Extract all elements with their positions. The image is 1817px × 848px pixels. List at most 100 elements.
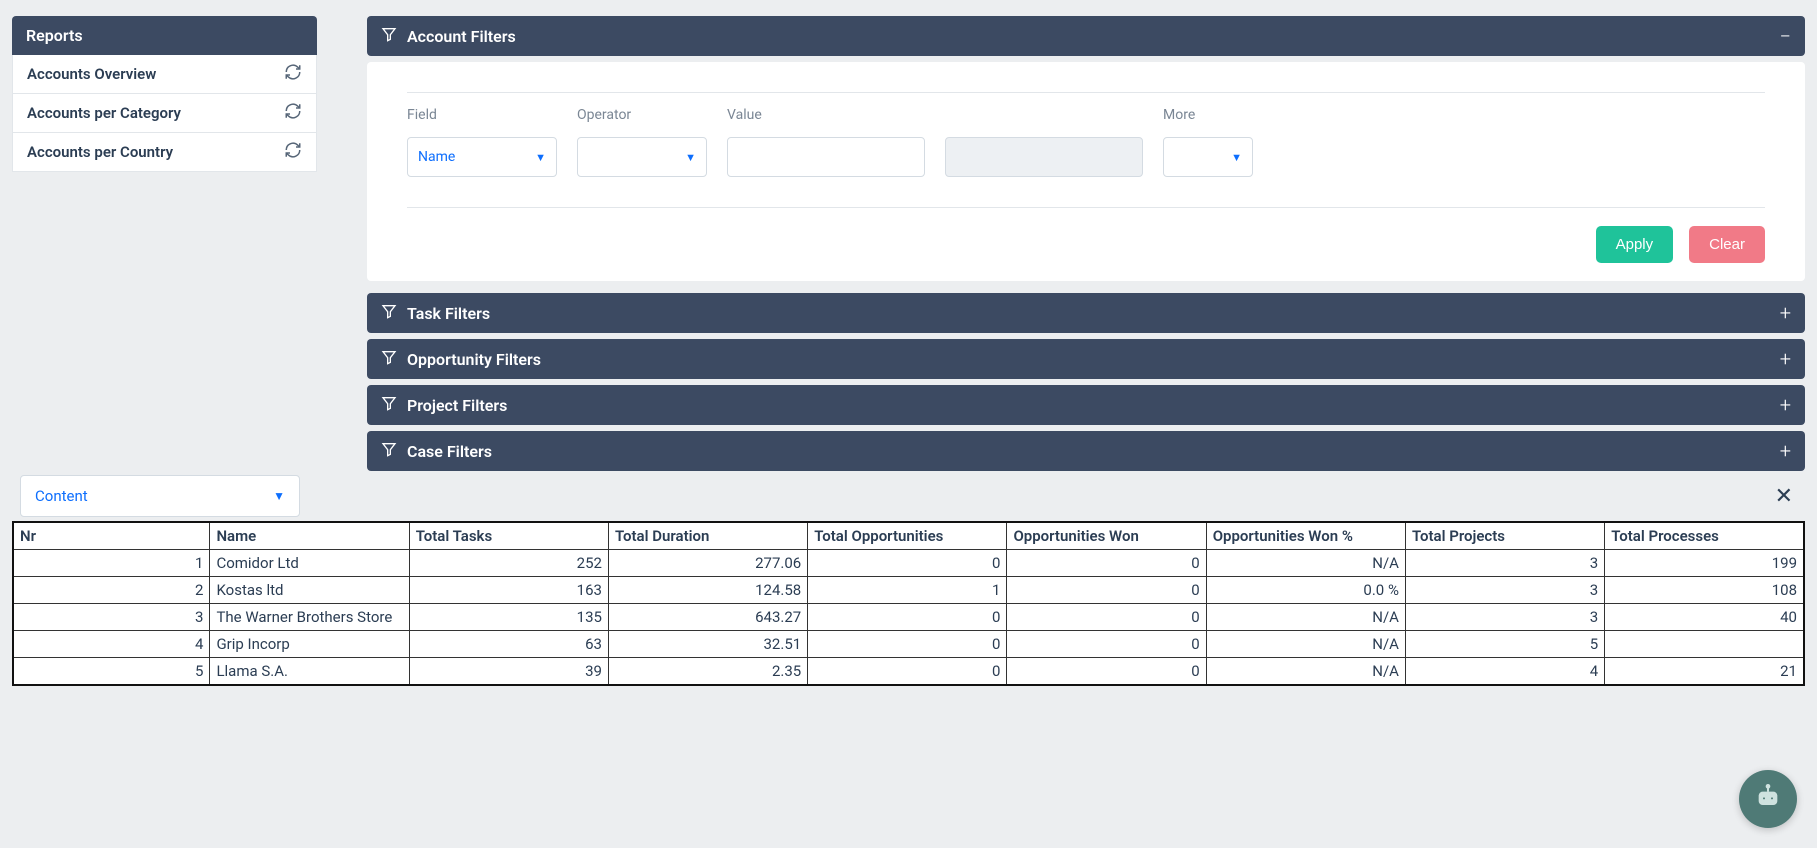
operator-select[interactable]: ▼ bbox=[577, 137, 707, 177]
chevron-down-icon: ▼ bbox=[1231, 151, 1242, 164]
cell-projects: 3 bbox=[1405, 577, 1604, 604]
clear-button[interactable]: Clear bbox=[1689, 226, 1765, 263]
table-header-row: Nr Name Total Tasks Total Duration Total… bbox=[13, 522, 1804, 550]
cell-duration: 277.06 bbox=[608, 550, 807, 577]
cell-duration: 124.58 bbox=[608, 577, 807, 604]
cell-processes: 40 bbox=[1605, 604, 1804, 631]
table-header-total-tasks[interactable]: Total Tasks bbox=[409, 522, 608, 550]
cell-tasks: 63 bbox=[409, 631, 608, 658]
sidebar-item-accounts-per-country[interactable]: Accounts per Country bbox=[13, 133, 316, 171]
cell-name: Grip Incorp bbox=[210, 631, 409, 658]
cell-opps: 0 bbox=[808, 550, 1007, 577]
cell-processes bbox=[1605, 631, 1804, 658]
cell-name: Llama S.A. bbox=[210, 658, 409, 686]
cell-wonpct: 0.0 % bbox=[1206, 577, 1405, 604]
cell-won: 0 bbox=[1007, 658, 1206, 686]
field-select-value: Name bbox=[418, 149, 455, 165]
filter-title: Opportunity Filters bbox=[407, 350, 541, 369]
apply-button[interactable]: Apply bbox=[1596, 226, 1674, 263]
cell-projects: 4 bbox=[1405, 658, 1604, 686]
filters-column: Account Filters − Field Operator Value M… bbox=[367, 16, 1805, 471]
reports-list: Accounts Overview Accounts per Category … bbox=[12, 55, 317, 172]
refresh-icon[interactable] bbox=[284, 63, 302, 85]
table-header-total-processes[interactable]: Total Processes bbox=[1605, 522, 1804, 550]
cell-projects: 3 bbox=[1405, 604, 1604, 631]
filter-title: Task Filters bbox=[407, 304, 490, 323]
filter-label-more: More bbox=[1163, 107, 1253, 123]
cell-won: 0 bbox=[1007, 631, 1206, 658]
table-header-total-opportunities[interactable]: Total Opportunities bbox=[808, 522, 1007, 550]
filter-label-field: Field bbox=[407, 107, 557, 123]
filter-icon bbox=[381, 26, 397, 46]
reports-title: Reports bbox=[26, 26, 83, 45]
filter-bar-opportunity[interactable]: Opportunity Filters + bbox=[367, 339, 1805, 379]
content-select[interactable]: Content ▼ bbox=[20, 475, 300, 517]
cell-name: The Warner Brothers Store bbox=[210, 604, 409, 631]
cell-won: 0 bbox=[1007, 577, 1206, 604]
cell-nr: 4 bbox=[13, 631, 210, 658]
table-header-total-duration[interactable]: Total Duration bbox=[608, 522, 807, 550]
table-header-name[interactable]: Name bbox=[210, 522, 409, 550]
plus-icon: + bbox=[1780, 397, 1791, 413]
table-header-total-projects[interactable]: Total Projects bbox=[1405, 522, 1604, 550]
help-bubble[interactable] bbox=[1739, 770, 1797, 828]
cell-wonpct: N/A bbox=[1206, 658, 1405, 686]
filter-icon bbox=[381, 349, 397, 369]
cell-duration: 643.27 bbox=[608, 604, 807, 631]
refresh-icon[interactable] bbox=[284, 141, 302, 163]
cell-duration: 32.51 bbox=[608, 631, 807, 658]
plus-icon: + bbox=[1780, 443, 1791, 459]
cell-processes: 21 bbox=[1605, 658, 1804, 686]
minus-icon: − bbox=[1780, 28, 1791, 44]
cell-nr: 5 bbox=[13, 658, 210, 686]
cell-tasks: 39 bbox=[409, 658, 608, 686]
sidebar-item-accounts-per-category[interactable]: Accounts per Category bbox=[13, 94, 316, 133]
reports-header: Reports bbox=[12, 16, 317, 55]
value-input[interactable] bbox=[727, 137, 925, 177]
plus-icon: + bbox=[1780, 305, 1791, 321]
field-select[interactable]: Name ▼ bbox=[407, 137, 557, 177]
filter-body-account: Field Operator Value More Name ▼ bbox=[367, 62, 1805, 281]
table-header-nr[interactable]: Nr bbox=[13, 522, 210, 550]
cell-tasks: 252 bbox=[409, 550, 608, 577]
cell-processes: 108 bbox=[1605, 577, 1804, 604]
filter-icon bbox=[381, 395, 397, 415]
robot-icon bbox=[1752, 781, 1784, 817]
results-table: Nr Name Total Tasks Total Duration Total… bbox=[12, 521, 1805, 686]
filter-title: Account Filters bbox=[407, 27, 516, 46]
sidebar-item-label: Accounts per Category bbox=[27, 104, 181, 122]
table-row[interactable]: 3The Warner Brothers Store135643.2700N/A… bbox=[13, 604, 1804, 631]
cell-opps: 0 bbox=[808, 658, 1007, 686]
more-select[interactable]: ▼ bbox=[1163, 137, 1253, 177]
cell-opps: 1 bbox=[808, 577, 1007, 604]
sidebar-item-label: Accounts Overview bbox=[27, 65, 156, 83]
filter-bar-task[interactable]: Task Filters + bbox=[367, 293, 1805, 333]
cell-wonpct: N/A bbox=[1206, 550, 1405, 577]
plus-icon: + bbox=[1780, 351, 1791, 367]
refresh-icon[interactable] bbox=[284, 102, 302, 124]
filter-bar-case[interactable]: Case Filters + bbox=[367, 431, 1805, 471]
table-row[interactable]: 2Kostas ltd163124.58100.0 %3108 bbox=[13, 577, 1804, 604]
value-input-disabled bbox=[945, 137, 1143, 177]
table-row[interactable]: 1Comidor Ltd252277.0600N/A3199 bbox=[13, 550, 1804, 577]
cell-name: Kostas ltd bbox=[210, 577, 409, 604]
chevron-down-icon: ▼ bbox=[535, 151, 546, 164]
table-row[interactable]: 4Grip Incorp6332.5100N/A5 bbox=[13, 631, 1804, 658]
table-header-opportunities-won[interactable]: Opportunities Won bbox=[1007, 522, 1206, 550]
table-row[interactable]: 5Llama S.A.392.3500N/A421 bbox=[13, 658, 1804, 686]
cell-duration: 2.35 bbox=[608, 658, 807, 686]
chevron-down-icon: ▼ bbox=[685, 151, 696, 164]
filter-bar-project[interactable]: Project Filters + bbox=[367, 385, 1805, 425]
sidebar-item-accounts-overview[interactable]: Accounts Overview bbox=[13, 55, 316, 94]
filter-label-value: Value bbox=[727, 107, 925, 123]
cell-won: 0 bbox=[1007, 604, 1206, 631]
table-header-opportunities-won-pct[interactable]: Opportunities Won % bbox=[1206, 522, 1405, 550]
reports-panel: Reports Accounts Overview Accounts per C… bbox=[12, 16, 317, 172]
cell-nr: 1 bbox=[13, 550, 210, 577]
chevron-down-icon: ▼ bbox=[273, 489, 285, 503]
close-icon[interactable]: ✕ bbox=[1771, 480, 1797, 513]
filter-label-spacer bbox=[945, 107, 1143, 123]
filter-label-operator: Operator bbox=[577, 107, 707, 123]
filter-bar-account[interactable]: Account Filters − bbox=[367, 16, 1805, 56]
cell-name: Comidor Ltd bbox=[210, 550, 409, 577]
